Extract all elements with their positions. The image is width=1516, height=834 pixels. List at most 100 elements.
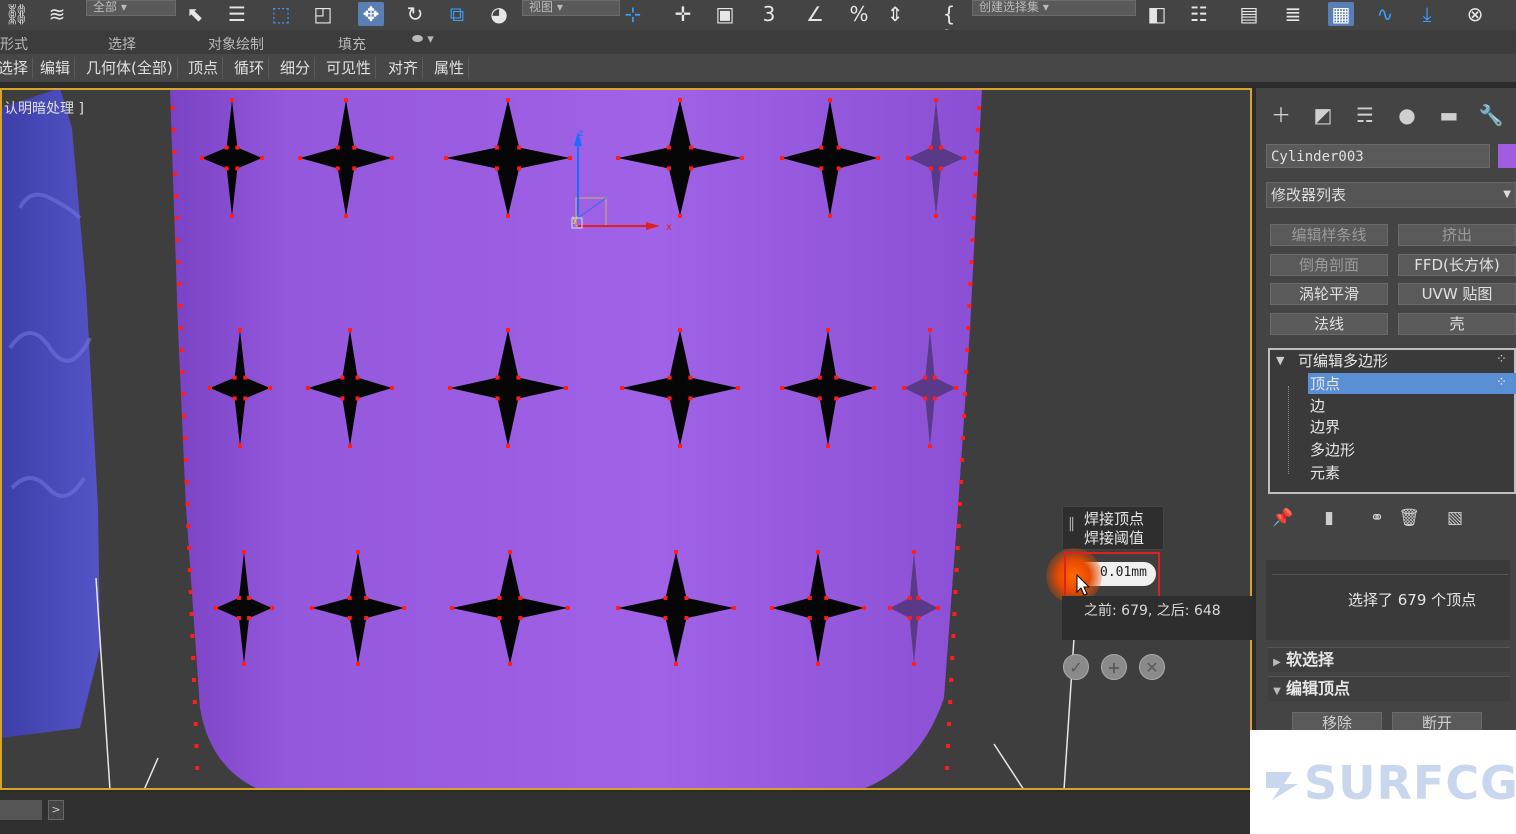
object-color-swatch[interactable] bbox=[1498, 144, 1516, 168]
mod-btn-ffd-box[interactable]: FFD(长方体) bbox=[1398, 254, 1516, 276]
bind-spacewarp-icon[interactable]: ≋ bbox=[44, 2, 70, 26]
tab-freeform[interactable]: 自由形式 bbox=[0, 34, 28, 54]
caddy-drag-handle-icon[interactable]: ‖ bbox=[1068, 516, 1075, 532]
vertex-dot bbox=[824, 595, 829, 600]
mirror-icon[interactable]: ◧ bbox=[1144, 2, 1170, 26]
curve-editor-icon[interactable]: ∿ bbox=[1372, 2, 1398, 26]
percent-snap-icon[interactable]: % bbox=[846, 2, 872, 26]
hierarchy-tab-icon[interactable]: ☴ bbox=[1350, 102, 1380, 128]
time-slider[interactable] bbox=[0, 800, 42, 820]
axis-x-label: x bbox=[666, 222, 672, 233]
motion-tab-icon[interactable]: ● bbox=[1392, 102, 1422, 128]
link-icon[interactable]: ⛓ bbox=[4, 2, 30, 26]
spinner-snap-icon[interactable]: ⇕ bbox=[882, 2, 908, 26]
move-icon[interactable]: ✥ bbox=[358, 2, 384, 26]
rect-selection-icon[interactable]: ⬚ bbox=[268, 2, 294, 26]
vertex-dot bbox=[663, 595, 668, 600]
vertex-dot bbox=[200, 156, 204, 160]
stack-element[interactable]: 元素 bbox=[1310, 463, 1340, 483]
ribbon-btn-visibility[interactable]: 可见性 bbox=[322, 57, 377, 79]
remove-vertex-button[interactable]: 移除 bbox=[1292, 712, 1382, 732]
schematic-icon[interactable]: ⤓ bbox=[1414, 2, 1440, 26]
vertex-dot bbox=[187, 546, 192, 550]
stack-editable-poly[interactable]: 可编辑多边形 bbox=[1298, 350, 1388, 371]
object-name-field[interactable]: Cylinder003 bbox=[1266, 144, 1490, 168]
utilities-tab-icon[interactable]: 🔧 bbox=[1476, 102, 1506, 128]
window-crossing-icon[interactable]: ◰ bbox=[310, 2, 336, 26]
ref-coord-dropdown[interactable]: 视图 ▾ bbox=[522, 0, 620, 16]
vertex-dot bbox=[236, 595, 241, 600]
modifier-list-dropdown[interactable]: 修改器列表 ▼ bbox=[1266, 182, 1516, 208]
pivot-center-icon[interactable]: ⊹ bbox=[620, 2, 646, 26]
vertex-dot bbox=[238, 444, 242, 448]
create-tab-icon[interactable]: ＋ bbox=[1266, 102, 1296, 128]
ribbon-btn-select[interactable]: 选择 bbox=[0, 57, 34, 79]
vertex-dot bbox=[902, 386, 906, 390]
caddy-cancel-button[interactable]: ✕ bbox=[1139, 654, 1165, 680]
rotate-icon[interactable]: ↻ bbox=[402, 2, 428, 26]
ribbon-options-icon[interactable]: ⬬ ▾ bbox=[412, 32, 434, 47]
vertex-dot bbox=[348, 444, 352, 448]
select-by-name-icon[interactable]: ☰ bbox=[224, 2, 250, 26]
scale-icon[interactable]: ⧉ bbox=[444, 2, 470, 26]
selection-filter-dropdown[interactable]: 全部 ▾ bbox=[86, 0, 176, 16]
place-icon[interactable]: ◕ bbox=[486, 2, 512, 26]
collapse-triangle-icon[interactable]: ▼ bbox=[1276, 354, 1284, 367]
break-vertex-button[interactable]: 断开 bbox=[1392, 712, 1482, 732]
keyboard-shortcut-icon[interactable]: ▣ bbox=[712, 2, 738, 26]
perspective-viewport[interactable]: z x y bbox=[0, 88, 1252, 790]
mod-btn-turbosmooth[interactable]: 涡轮平滑 bbox=[1270, 283, 1388, 305]
vertex-dot bbox=[356, 550, 360, 554]
rollout-soft-selection[interactable]: ▶ 软选择 bbox=[1268, 647, 1510, 672]
tab-populate[interactable]: 填充 bbox=[338, 34, 366, 54]
show-end-result-icon[interactable]: ▮ bbox=[1318, 508, 1340, 530]
ribbon-btn-geometry-all[interactable]: 几何体(全部) bbox=[82, 57, 178, 79]
caddy-ok-button[interactable]: ✓ bbox=[1063, 654, 1089, 680]
caddy-apply-button[interactable]: + bbox=[1101, 654, 1127, 680]
ribbon-btn-edit[interactable]: 编辑 bbox=[36, 57, 76, 79]
ribbon-btn-align[interactable]: 对齐 bbox=[384, 57, 424, 79]
ribbon-btn-vertices[interactable]: 顶点 bbox=[184, 57, 224, 79]
mod-btn-normal[interactable]: 法线 bbox=[1270, 313, 1388, 335]
mod-btn-shell[interactable]: 壳 bbox=[1398, 313, 1516, 335]
tab-selection[interactable]: 选择 bbox=[108, 34, 136, 54]
pin-stack-icon[interactable]: 📌 bbox=[1272, 508, 1294, 530]
mod-btn-bevel-profile[interactable]: 倒角剖面 bbox=[1270, 254, 1388, 276]
select-object-icon[interactable]: ⬉ bbox=[182, 2, 208, 26]
mod-btn-uvw-map[interactable]: UVW 贴图 bbox=[1398, 283, 1516, 305]
named-selection-dropdown[interactable]: 创建选择集 ▾ bbox=[972, 0, 1136, 16]
stack-polygon[interactable]: 多边形 bbox=[1310, 440, 1355, 460]
select-manipulate-icon[interactable]: ✛ bbox=[670, 2, 696, 26]
ribbon-btn-loops[interactable]: 循环 bbox=[230, 57, 270, 79]
remove-modifier-icon[interactable]: 🗑 bbox=[1398, 508, 1420, 530]
rollout-edit-vertices[interactable]: ▼ 编辑顶点 bbox=[1268, 676, 1510, 701]
viewport-label[interactable]: 认明暗处理 ] bbox=[4, 98, 84, 118]
tab-object-paint[interactable]: 对象绘制 bbox=[208, 34, 264, 54]
vertex-dot bbox=[224, 145, 229, 150]
layers-icon[interactable]: ≣ bbox=[1280, 2, 1306, 26]
angle-snap-icon[interactable]: ∠ bbox=[802, 2, 828, 26]
display-tab-icon[interactable]: ▬ bbox=[1434, 102, 1464, 128]
snap-toggle-icon[interactable]: 3 bbox=[756, 2, 782, 26]
align-icon[interactable]: ☷ bbox=[1186, 2, 1212, 26]
ribbon-toggle-icon[interactable]: ▦ bbox=[1328, 2, 1354, 26]
edit-named-sel-icon[interactable]: { } bbox=[936, 2, 962, 50]
chevron-right-icon[interactable]: > bbox=[48, 800, 64, 820]
vertex-dot bbox=[977, 106, 982, 110]
layer-explorer-icon[interactable]: ▤ bbox=[1236, 2, 1262, 26]
stack-vertex[interactable]: 顶点 bbox=[1310, 374, 1340, 394]
vertex-dot bbox=[688, 375, 693, 380]
vertex-dot bbox=[390, 156, 394, 160]
modify-tab-icon[interactable]: ◩ bbox=[1308, 102, 1338, 128]
watermark-logo-icon bbox=[1266, 772, 1298, 800]
configure-sets-icon[interactable]: ▧ bbox=[1444, 508, 1466, 530]
vertex-dot bbox=[817, 396, 822, 401]
make-unique-icon[interactable]: ⚭ bbox=[1366, 508, 1388, 530]
stack-edge[interactable]: 边 bbox=[1310, 396, 1325, 416]
stack-border[interactable]: 边界 bbox=[1310, 417, 1340, 437]
mod-btn-extrude[interactable]: 挤出 bbox=[1398, 224, 1516, 246]
ribbon-btn-subdivision[interactable]: 细分 bbox=[276, 57, 316, 79]
mod-btn-edit-spline[interactable]: 编辑样条线 bbox=[1270, 224, 1388, 246]
material-editor-icon[interactable]: ⊗ bbox=[1462, 2, 1488, 26]
ribbon-btn-properties[interactable]: 属性 bbox=[430, 57, 470, 79]
